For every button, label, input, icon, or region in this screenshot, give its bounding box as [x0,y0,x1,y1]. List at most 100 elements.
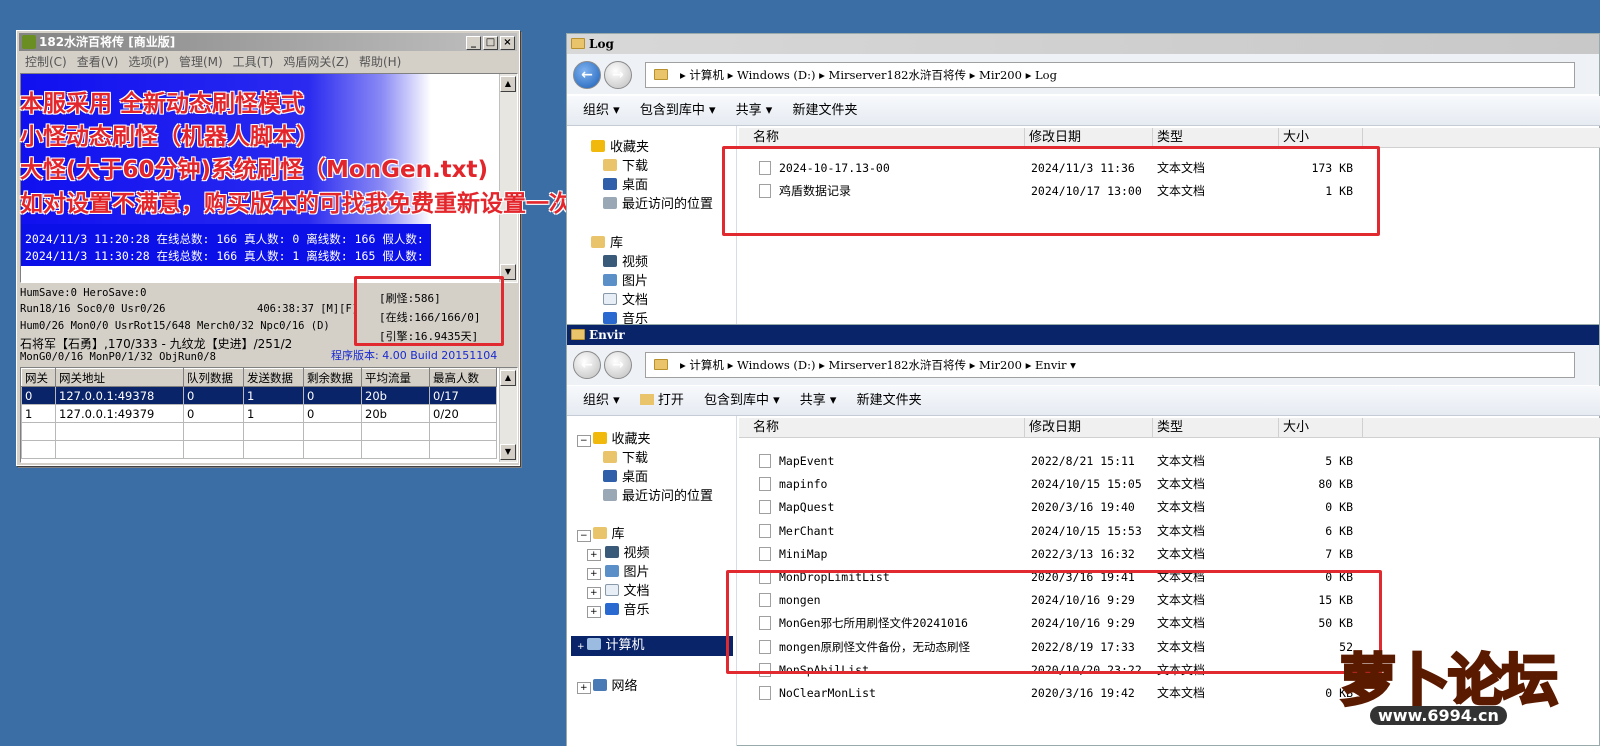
navigation-pane: 收藏夹 下载 桌面 最近访问的位置 库 视频 图片 文档 音乐 [567,126,737,330]
file-row[interactable]: MapEvent 2022/8/21 15:11 文本文档 5 KB [759,451,1359,471]
nav-favorites[interactable]: − 收藏夹 [577,428,651,447]
organize-button[interactable]: 组织 ▾ [583,103,620,118]
nav-libraries[interactable]: − 库 [577,523,625,542]
new-folder-button[interactable]: 新建文件夹 [792,103,857,118]
col-address[interactable]: 网关地址 [55,368,184,387]
nav-recent[interactable]: 最近访问的位置 [603,193,713,212]
col-date[interactable]: 修改日期 [1025,418,1153,438]
close-icon[interactable]: × [500,36,515,50]
file-row[interactable]: NoClearMonList 2020/3/16 19:42 文本文档 0 KB [759,683,1359,703]
stat-line-5: MonG0/0/16 MonP0/1/32 ObjRun0/8 [20,351,216,363]
nav-downloads[interactable]: 下载 [603,447,648,466]
menu-control[interactable]: 控制(C) [25,53,67,71]
collapse-icon[interactable]: − [577,530,591,542]
nav-label: 文档 [623,584,650,599]
server-window-titlebar[interactable]: 182水浒百将传 [商业版] _ □ × [19,33,517,51]
include-library-button[interactable]: 包含到库中 ▾ [704,393,780,408]
nav-label: 计算机 [605,638,645,653]
nav-downloads[interactable]: 下载 [603,155,648,174]
forward-button[interactable]: → [604,351,632,379]
back-button[interactable]: ← [573,61,601,89]
log-line: 2024/11/3 11:20:28 在线总数: 166 真人数: 0 离线数:… [25,232,438,246]
nav-pictures[interactable]: 图片 [603,270,648,289]
highlight-box [722,146,1380,236]
explorer-log-titlebar[interactable]: Log [567,34,1599,54]
file-size: 0 KB [1325,500,1353,515]
share-button[interactable]: 共享 ▾ [736,103,773,118]
nav-label: 收藏夹 [610,140,650,155]
scroll-up-icon[interactable]: ▲ [500,76,516,92]
col-size[interactable]: 大小 [1279,128,1363,148]
collapse-icon[interactable]: − [577,435,591,447]
table-scrollbar[interactable]: ▲ ▼ [499,368,517,462]
col-gateway[interactable]: 网关 [21,368,56,387]
organize-button[interactable]: 组织 ▾ [583,393,620,408]
col-queue[interactable]: 队列数据 [183,368,244,387]
col-sent[interactable]: 发送数据 [243,368,304,387]
menu-gateway[interactable]: 鸡盾网关(Z) [283,53,349,71]
expand-icon[interactable]: + [587,549,601,561]
address-bar[interactable]: ▸ 计算机 ▸ Windows (D:) ▸ Mirserver182水浒百将传… [645,352,1575,378]
col-max-users[interactable]: 最高人数 [429,368,497,387]
table-row[interactable]: 1 127.0.0.1:49379 0 1 0 20b 0/20 [21,404,497,423]
nav-favorites[interactable]: 收藏夹 [591,136,649,155]
new-folder-button[interactable]: 新建文件夹 [857,393,922,408]
file-row[interactable]: MerChant 2024/10/15 15:53 文本文档 6 KB [759,521,1359,541]
expand-icon[interactable]: + [587,568,601,580]
nav-desktop[interactable]: 桌面 [603,466,648,485]
nav-recent[interactable]: 最近访问的位置 [603,485,713,504]
col-size[interactable]: 大小 [1279,418,1363,438]
file-row[interactable]: MapQuest 2020/3/16 19:40 文本文档 0 KB [759,497,1359,517]
table-row [21,422,497,441]
col-remaining[interactable]: 剩余数据 [303,368,362,387]
col-type[interactable]: 类型 [1153,418,1279,438]
col-name[interactable]: 名称 [749,128,1025,148]
address-bar[interactable]: ▸ 计算机 ▸ Windows (D:) ▸ Mirserver182水浒百将传… [645,62,1575,88]
menu-manage[interactable]: 管理(M) [179,53,223,71]
minimize-icon[interactable]: _ [466,36,481,50]
nav-libraries[interactable]: 库 [591,232,623,251]
cell: 0/17 [429,386,497,405]
nav-label: 图片 [622,274,649,289]
menu-options[interactable]: 选项(P) [128,53,169,71]
col-type[interactable]: 类型 [1153,128,1279,148]
nav-documents[interactable]: 文档 [603,289,648,308]
nav-documents[interactable]: + 文档 [587,580,650,599]
back-button[interactable]: ← [573,351,601,379]
include-library-button[interactable]: 包含到库中 ▾ [640,103,716,118]
maximize-icon[interactable]: □ [483,36,498,50]
menu-help[interactable]: 帮助(H) [359,53,401,71]
scroll-down-icon[interactable]: ▼ [500,444,516,460]
scroll-up-icon[interactable]: ▲ [500,370,516,386]
expand-icon[interactable]: + [587,587,601,599]
expand-icon[interactable]: + [587,606,601,618]
log-scrollbar[interactable]: ▲ ▼ [499,74,517,282]
cell: 0 [183,386,244,405]
cell: 20b [361,404,430,423]
explorer-envir-titlebar[interactable]: Envir [567,325,1599,345]
nav-desktop[interactable]: 桌面 [603,174,648,193]
file-row[interactable]: mapinfo 2024/10/15 15:05 文本文档 80 KB [759,474,1359,494]
app-icon [22,35,36,49]
nav-network[interactable]: + 网络 [577,675,638,694]
share-button[interactable]: 共享 ▾ [800,393,837,408]
nav-music[interactable]: + 音乐 [587,599,650,618]
nav-videos[interactable]: + 视频 [587,542,650,561]
menu-view[interactable]: 查看(V) [77,53,119,71]
expand-icon[interactable]: + [577,642,585,652]
col-name[interactable]: 名称 [749,418,1025,438]
nav-videos[interactable]: 视频 [603,251,648,270]
file-row[interactable]: MiniMap 2022/3/13 16:32 文本文档 7 KB [759,544,1359,564]
menu-tools[interactable]: 工具(T) [233,53,274,71]
col-date[interactable]: 修改日期 [1025,128,1153,148]
stat-line-4: 石将军【石勇】,170/333 - 九纹龙【史进】/251/2 [20,337,293,351]
table-row[interactable]: 0 127.0.0.1:49378 0 1 0 20b 0/17 [21,386,497,405]
nav-computer[interactable]: + 计算机 [571,636,733,656]
nav-pictures[interactable]: + 图片 [587,561,650,580]
forward-button[interactable]: → [604,61,632,89]
expand-icon[interactable]: + [577,682,591,694]
server-menubar: 控制(C) 查看(V) 选项(P) 管理(M) 工具(T) 鸡盾网关(Z) 帮助… [21,53,515,71]
command-bar: 组织 ▾ 打开 包含到库中 ▾ 共享 ▾ 新建文件夹 [567,386,1600,416]
open-button[interactable]: 打开 [639,393,684,408]
col-traffic[interactable]: 平均流量 [361,368,430,387]
